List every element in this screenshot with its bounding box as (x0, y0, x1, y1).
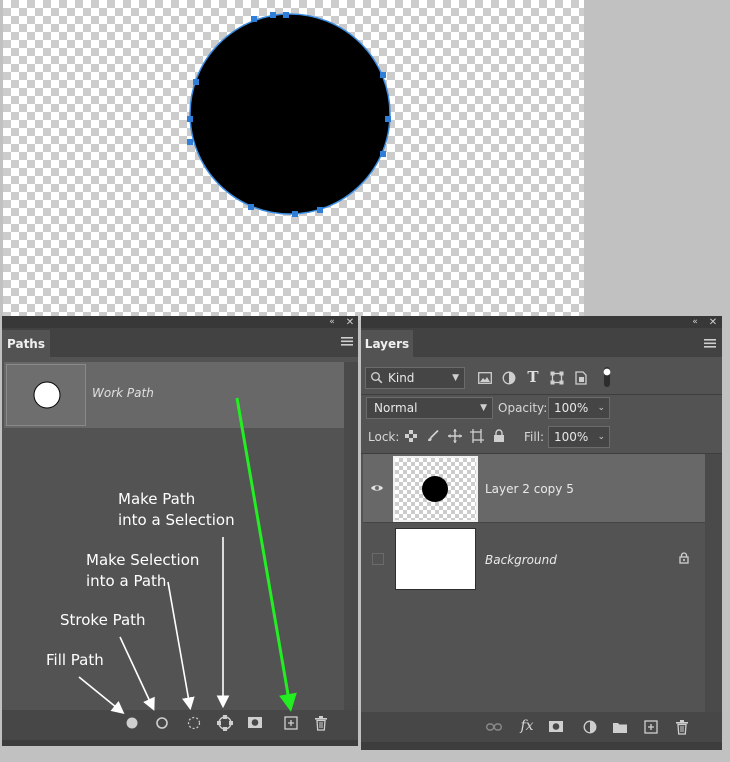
tab-layers[interactable]: Layers (361, 330, 413, 357)
new-layer-icon[interactable] (642, 718, 660, 736)
smart-object-filter-icon[interactable] (572, 369, 590, 387)
adjustment-layer-filter-icon[interactable] (500, 369, 518, 387)
filter-divider (361, 394, 722, 395)
layers-scroll-track (705, 454, 722, 712)
fill-value: 100% (554, 430, 589, 444)
layers-footer-resize (361, 742, 722, 750)
close-icon[interactable]: ✕ (707, 316, 719, 328)
shape-layer-filter-icon[interactable] (548, 369, 566, 387)
layer-name[interactable]: Layer 2 copy 5 (485, 482, 574, 496)
link-layers-icon[interactable] (485, 718, 503, 736)
arrow-stroke-path (119, 636, 155, 711)
layers-panel: « ✕ Layers Kind ▼ T Normal ▼ Opacity: 10… (361, 316, 722, 750)
lock-position-icon[interactable] (446, 427, 464, 445)
layer-thumbnail (393, 456, 478, 522)
layer-name[interactable]: Background (485, 553, 557, 567)
arrow-create-new-path-highlight (235, 397, 297, 712)
lock-artboard-icon[interactable] (468, 427, 486, 445)
layer-style-fx-icon[interactable]: fx (516, 716, 538, 736)
filter-kind-label: Kind (388, 371, 415, 385)
lock-image-pixels-icon[interactable] (424, 427, 442, 445)
eye-visibility-icon[interactable] (367, 479, 387, 497)
chevron-down-icon[interactable]: ⌄ (597, 403, 605, 413)
layer-row-background[interactable]: Background (363, 523, 705, 591)
layers-panel-titlebar (361, 316, 722, 328)
layer-row-layer-2-copy-5[interactable]: Layer 2 copy 5 (363, 454, 705, 522)
arrow-fill-path (78, 676, 125, 715)
pixel-layer-filter-icon[interactable] (476, 369, 494, 387)
filter-kind-select[interactable]: Kind ▼ (365, 367, 465, 389)
fill-label: Fill: (524, 430, 545, 444)
layers-tabbar (361, 328, 722, 357)
delete-layer-icon[interactable] (673, 718, 691, 736)
add-mask-icon[interactable] (547, 718, 565, 736)
new-group-folder-icon[interactable] (611, 718, 629, 736)
lock-transparent-pixels-icon[interactable] (402, 427, 420, 445)
collapse-icon[interactable]: « (689, 316, 701, 328)
chevron-down-icon: ▼ (480, 403, 487, 413)
adjustment-layer-icon[interactable] (581, 718, 599, 736)
filter-toggle-icon[interactable] (601, 366, 613, 388)
chevron-down-icon: ▼ (452, 373, 459, 383)
type-layer-filter-icon[interactable]: T (524, 368, 542, 386)
opacity-value: 100% (554, 401, 589, 415)
blend-mode-select[interactable]: Normal ▼ (366, 397, 493, 419)
layers-footer (361, 712, 722, 742)
lock-all-icon[interactable] (490, 427, 508, 445)
panel-menu-icon[interactable] (703, 336, 717, 350)
arrow-make-selection-into-path (167, 581, 195, 711)
lock-icon (677, 551, 691, 565)
search-icon (371, 372, 383, 384)
layer-thumbnail (395, 528, 476, 590)
fill-input[interactable]: 100% ⌄ (548, 426, 610, 448)
opacity-input[interactable]: 100% ⌄ (548, 397, 610, 419)
blend-mode-value: Normal (374, 401, 418, 415)
chevron-down-icon[interactable]: ⌄ (597, 432, 605, 442)
opacity-label: Opacity: (498, 401, 548, 415)
lock-label: Lock: (368, 430, 400, 444)
visibility-toggle-empty[interactable] (372, 553, 384, 565)
